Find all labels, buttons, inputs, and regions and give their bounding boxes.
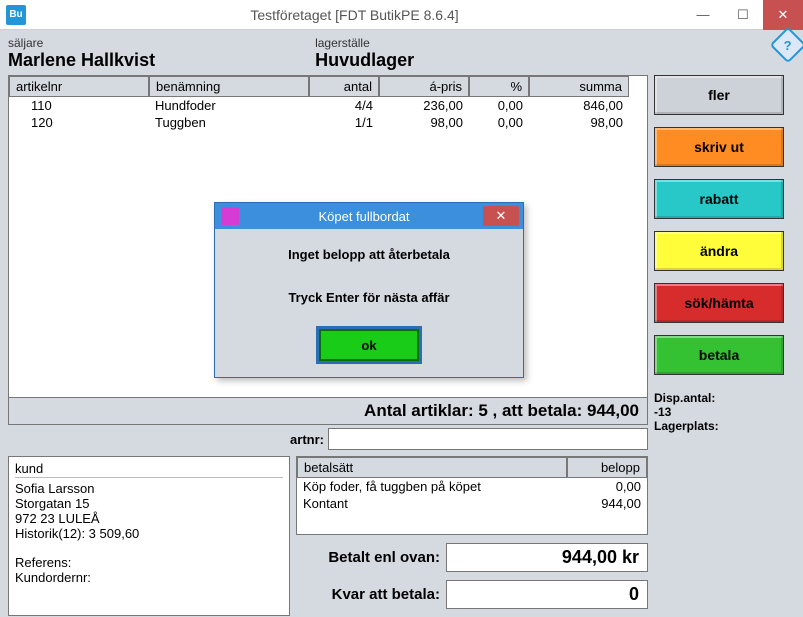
- app-icon: Bu: [6, 5, 26, 25]
- window-maximize-button[interactable]: ☐: [723, 0, 763, 30]
- seller-label: säljare: [8, 36, 155, 50]
- col-antal[interactable]: antal: [309, 76, 379, 97]
- remaining-value: 0: [446, 580, 648, 609]
- col-belopp[interactable]: belopp: [567, 457, 647, 478]
- search-button[interactable]: sök/hämta: [654, 283, 784, 323]
- dialog-ok-button[interactable]: ok: [319, 329, 419, 361]
- customer-address1: Storgatan 15: [15, 496, 283, 511]
- col-apris[interactable]: á-pris: [379, 76, 469, 97]
- change-button[interactable]: ändra: [654, 231, 784, 271]
- customer-header: kund: [15, 461, 283, 478]
- payment-row[interactable]: Kontant 944,00: [297, 495, 647, 512]
- disp-info: Disp.antal: -13 Lagerplats:: [654, 391, 784, 433]
- more-button[interactable]: fler: [654, 75, 784, 115]
- window-close-button[interactable]: ✕: [763, 0, 803, 30]
- print-button[interactable]: skriv ut: [654, 127, 784, 167]
- pay-button[interactable]: betala: [654, 335, 784, 375]
- customer-ordernr: Kundordernr:: [15, 570, 283, 585]
- dialog-message-2: Tryck Enter för nästa affär: [225, 290, 513, 305]
- dialog-titlebar[interactable]: Köpet fullbordat ✕: [215, 203, 523, 229]
- col-percent[interactable]: %: [469, 76, 529, 97]
- paid-value: 944,00 kr: [446, 543, 648, 572]
- window-title: Testföretaget [FDT ButikPE 8.6.4]: [26, 7, 683, 23]
- customer-name: Sofia Larsson: [15, 481, 283, 496]
- dialog-message-1: Inget belopp att återbetala: [225, 247, 513, 262]
- warehouse-name: Huvudlager: [315, 50, 414, 71]
- purchase-complete-dialog: Köpet fullbordat ✕ Inget belopp att åter…: [214, 202, 524, 378]
- window-minimize-button[interactable]: —: [683, 0, 723, 30]
- artnr-input[interactable]: [328, 428, 648, 450]
- window-titlebar: Bu Testföretaget [FDT ButikPE 8.6.4] — ☐…: [0, 0, 803, 30]
- customer-reference: Referens:: [15, 555, 283, 570]
- discount-button[interactable]: rabatt: [654, 179, 784, 219]
- col-summa[interactable]: summa: [529, 76, 629, 97]
- totals-bar: Antal artiklar: 5 , att betala: 944,00: [8, 398, 648, 425]
- dialog-close-button[interactable]: ✕: [483, 206, 519, 226]
- table-row[interactable]: 110 Hundfoder 4/4 236,00 0,00 846,00: [9, 97, 647, 114]
- artnr-label: artnr:: [8, 432, 328, 447]
- payment-table: betalsätt belopp Köp foder, få tuggben p…: [296, 456, 648, 535]
- col-benamning[interactable]: benämning: [149, 76, 309, 97]
- seller-name: Marlene Hallkvist: [8, 50, 155, 71]
- paid-label: Betalt enl ovan:: [296, 549, 446, 566]
- remaining-label: Kvar att betala:: [296, 586, 446, 603]
- table-row[interactable]: 120 Tuggben 1/1 98,00 0,00 98,00: [9, 114, 647, 131]
- col-artikelnr[interactable]: artikelnr: [9, 76, 149, 97]
- dialog-app-icon: [221, 207, 239, 225]
- customer-history: Historik(12): 3 509,60: [15, 526, 283, 541]
- warehouse-label: lagerställe: [315, 36, 414, 50]
- customer-address2: 972 23 LULEÅ: [15, 511, 283, 526]
- payment-row[interactable]: Köp foder, få tuggben på köpet 0,00: [297, 478, 647, 495]
- dialog-title: Köpet fullbordat: [245, 209, 483, 224]
- customer-box: kund Sofia Larsson Storgatan 15 972 23 L…: [8, 456, 290, 616]
- col-betalsatt[interactable]: betalsätt: [297, 457, 567, 478]
